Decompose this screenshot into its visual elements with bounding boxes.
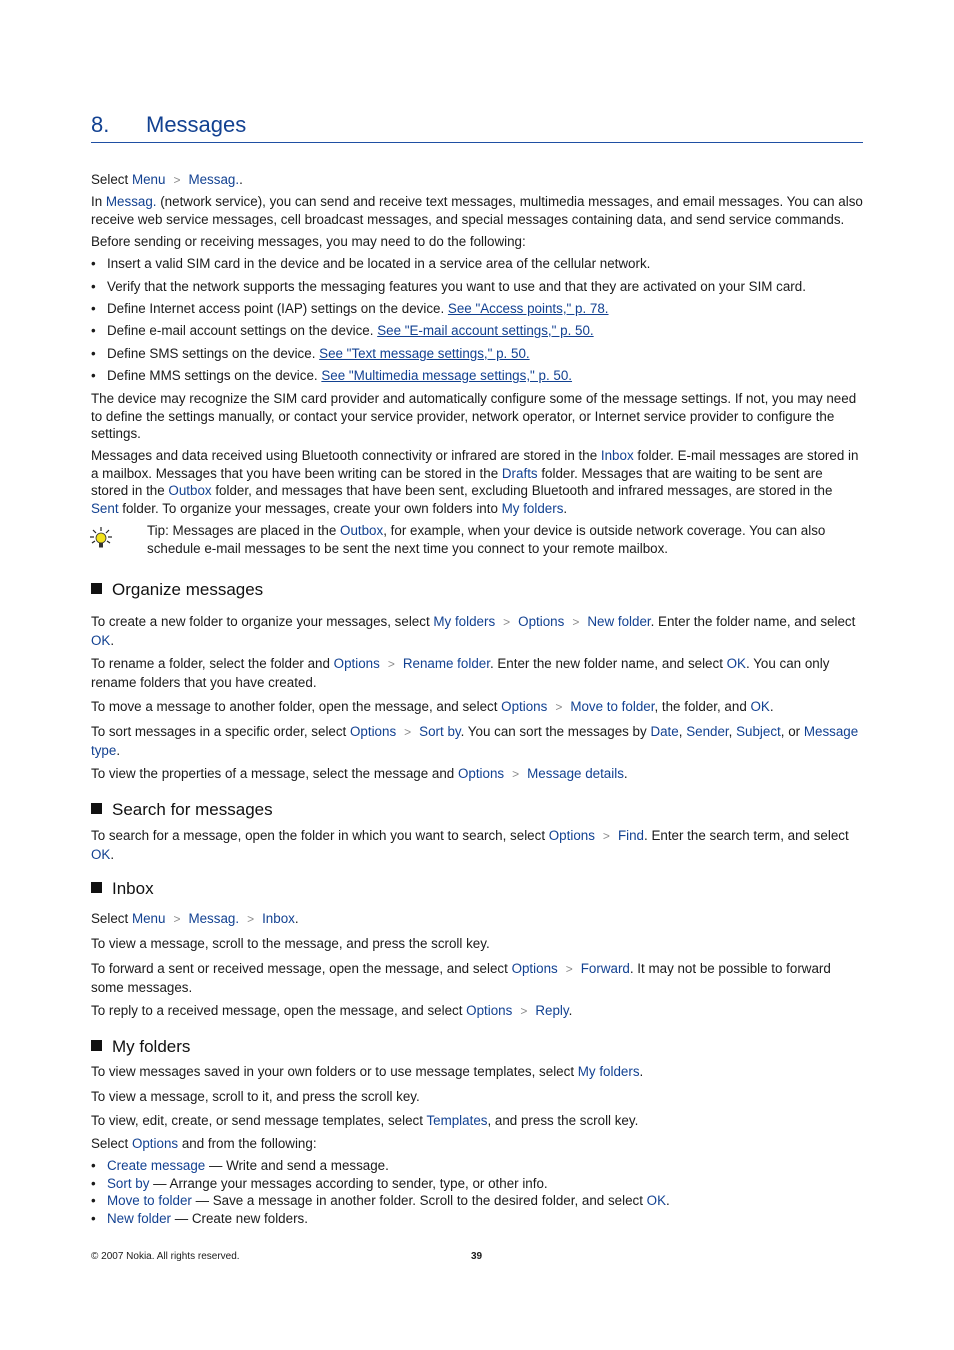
my-folders-link[interactable]: My folders [502, 501, 564, 516]
footer-copyright: © 2007 Nokia. All rights reserved. [91, 1251, 240, 1262]
myfolders-view-text: To view messages saved in your own folde… [91, 1064, 644, 1079]
drafts-link[interactable]: Drafts [502, 466, 538, 481]
section-heading-inbox: Inbox [91, 879, 154, 899]
chapter-title: Messages [146, 112, 247, 137]
chevron-right-icon: > [602, 829, 610, 843]
inbox-select-path: Select Menu > Messag. > Inbox. [91, 910, 863, 929]
options-link[interactable]: Options [132, 1136, 178, 1151]
tip-text: Tip: Messages are placed in the Outbox, … [147, 523, 826, 556]
find-link[interactable]: Find [618, 828, 644, 843]
text-message-settings-link[interactable]: See "Text message settings," p. 50. [319, 346, 529, 361]
lightbulb-icon [90, 527, 112, 548]
chevron-right-icon: > [404, 725, 412, 739]
before-sending-text: Before sending or receiving messages, yo… [91, 234, 526, 249]
options-link[interactable]: Options [518, 614, 564, 629]
chevron-right-icon: > [512, 767, 520, 781]
menu-link[interactable]: Menu [132, 911, 166, 926]
myfolders-scroll-text: To view a message, scroll to it, and pre… [91, 1089, 420, 1104]
ok-link[interactable]: OK [727, 656, 746, 671]
options-link[interactable]: Options [512, 961, 558, 976]
messag-link[interactable]: Messag. [188, 172, 239, 187]
date-link[interactable]: Date [650, 724, 678, 739]
sent-link[interactable]: Sent [91, 501, 119, 516]
sim-config-paragraph: The device may recognize the SIM card pr… [91, 391, 857, 441]
chevron-right-icon: > [173, 173, 181, 187]
section-heading-my-folders: My folders [91, 1037, 190, 1057]
new-folder-link[interactable]: New folder [107, 1211, 171, 1226]
options-link[interactable]: Options [458, 766, 504, 781]
ok-link[interactable]: OK [91, 847, 110, 862]
new-folder-link[interactable]: New folder [587, 614, 650, 629]
ok-link[interactable]: OK [647, 1193, 666, 1208]
myfolders-options-text: Select Options and from the following: [91, 1136, 317, 1151]
organize-sort-messages: To sort messages in a specific order, se… [91, 724, 859, 758]
chevron-right-icon: > [565, 962, 573, 976]
subject-link[interactable]: Subject [736, 724, 781, 739]
email-settings-link[interactable]: See "E-mail account settings," p. 50. [377, 323, 593, 338]
chapter-heading: 8. Messages [91, 110, 863, 143]
inbox-link[interactable]: Inbox [601, 448, 634, 463]
options-link[interactable]: Options [334, 656, 380, 671]
outbox-link[interactable]: Outbox [340, 523, 383, 538]
chevron-right-icon: > [387, 657, 395, 671]
mms-settings-link[interactable]: See "Multimedia message settings," p. 50… [321, 368, 572, 383]
folders-paragraph: Messages and data received using Bluetoo… [91, 448, 859, 516]
move-to-folder-link[interactable]: Move to folder [570, 699, 654, 714]
sort-by-link[interactable]: Sort by [107, 1176, 149, 1191]
intro-select-path: Select Menu > Messag.. [91, 171, 863, 190]
access-points-link[interactable]: See "Access points," p. 78. [448, 301, 609, 316]
templates-link[interactable]: Templates [426, 1113, 487, 1128]
ok-link[interactable]: OK [91, 633, 110, 648]
my-folders-link[interactable]: My folders [433, 614, 495, 629]
message-details-link[interactable]: Message details [527, 766, 624, 781]
outbox-link[interactable]: Outbox [168, 483, 211, 498]
section-heading-search: Search for messages [91, 800, 273, 820]
chevron-right-icon: > [572, 615, 580, 629]
chevron-right-icon: > [247, 912, 255, 926]
options-link[interactable]: Options [549, 828, 595, 843]
create-message-link[interactable]: Create message [107, 1158, 205, 1173]
options-link[interactable]: Options [466, 1003, 512, 1018]
myfolders-templates-text: To view, edit, create, or send message t… [91, 1113, 639, 1128]
messag-link[interactable]: Messag. [188, 911, 239, 926]
reply-link[interactable]: Reply [535, 1003, 568, 1018]
chevron-right-icon: > [520, 1004, 528, 1018]
chevron-right-icon: > [555, 700, 563, 714]
menu-link[interactable]: Menu [132, 172, 166, 187]
organize-rename-folder: To rename a folder, select the folder an… [91, 656, 830, 690]
forward-link[interactable]: Forward [581, 961, 630, 976]
options-link[interactable]: Options [501, 699, 547, 714]
inbox-link[interactable]: Inbox [262, 911, 295, 926]
chapter-number: 8. [91, 112, 110, 137]
sort-by-link[interactable]: Sort by [419, 724, 460, 739]
intro-paragraph: In Messag. (network service), you can se… [91, 194, 863, 227]
move-to-folder-link[interactable]: Move to folder [107, 1193, 192, 1208]
sender-link[interactable]: Sender [686, 724, 728, 739]
search-paragraph: To search for a message, open the folder… [91, 828, 849, 862]
my-folders-link[interactable]: My folders [578, 1064, 640, 1079]
ok-link[interactable]: OK [751, 699, 770, 714]
chevron-right-icon: > [503, 615, 511, 629]
options-link[interactable]: Options [350, 724, 396, 739]
inbox-reply-text: To reply to a received message, open the… [91, 1002, 863, 1021]
organize-create-folder: To create a new folder to organize your … [91, 614, 856, 648]
organize-message-details: To view the properties of a message, sel… [91, 765, 863, 784]
chevron-right-icon: > [173, 912, 181, 926]
organize-move-message: To move a message to another folder, ope… [91, 698, 863, 717]
inbox-forward-text: To forward a sent or received message, o… [91, 961, 831, 995]
section-heading-organize: Organize messages [91, 580, 263, 600]
rename-folder-link[interactable]: Rename folder [403, 656, 490, 671]
inbox-view-text: To view a message, scroll to the message… [91, 936, 490, 951]
messag-link[interactable]: Messag. [106, 194, 157, 209]
page-number: 39 [471, 1251, 483, 1262]
